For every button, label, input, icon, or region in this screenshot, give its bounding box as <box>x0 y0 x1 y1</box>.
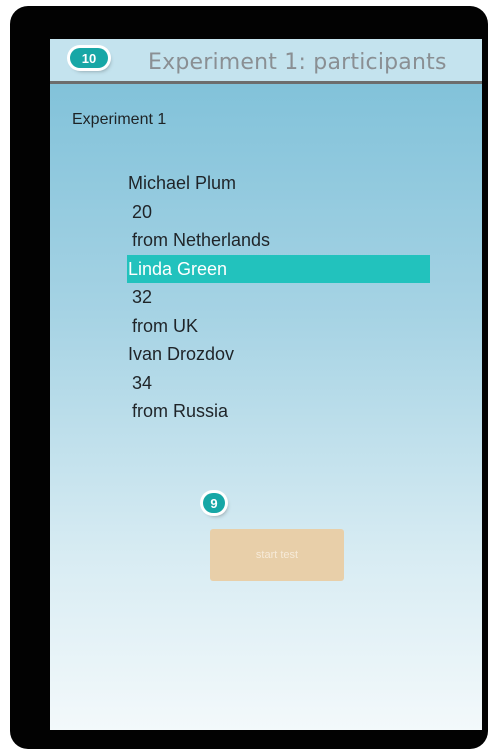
step-badge-button: 9 <box>203 493 225 513</box>
page-title: Experiment 1: participants <box>148 50 447 75</box>
participant-age-0[interactable]: 20 <box>127 198 430 227</box>
participant-origin-1[interactable]: from UK <box>127 312 430 341</box>
app-screen: Experiment 1: participants 10 Experiment… <box>50 39 482 730</box>
participant-origin-0[interactable]: from Netherlands <box>127 226 430 255</box>
participant-age-2[interactable]: 34 <box>127 369 430 398</box>
participant-name-1[interactable]: Linda Green <box>127 254 430 283</box>
participant-name-0[interactable]: Michael Plum <box>127 169 430 198</box>
participant-name-2[interactable]: Ivan Drozdov <box>127 340 430 369</box>
participant-list[interactable]: Michael Plum 20 from Netherlands Linda G… <box>127 169 430 426</box>
device-frame: Experiment 1: participants 10 Experiment… <box>10 6 488 749</box>
step-badge-header: 10 <box>70 48 108 68</box>
participant-age-1[interactable]: 32 <box>127 283 430 312</box>
participant-origin-2[interactable]: from Russia <box>127 397 430 426</box>
title-bar: Experiment 1: participants <box>50 39 482 84</box>
experiment-label: Experiment 1 <box>72 111 167 128</box>
start-test-button[interactable]: start test <box>210 529 344 581</box>
